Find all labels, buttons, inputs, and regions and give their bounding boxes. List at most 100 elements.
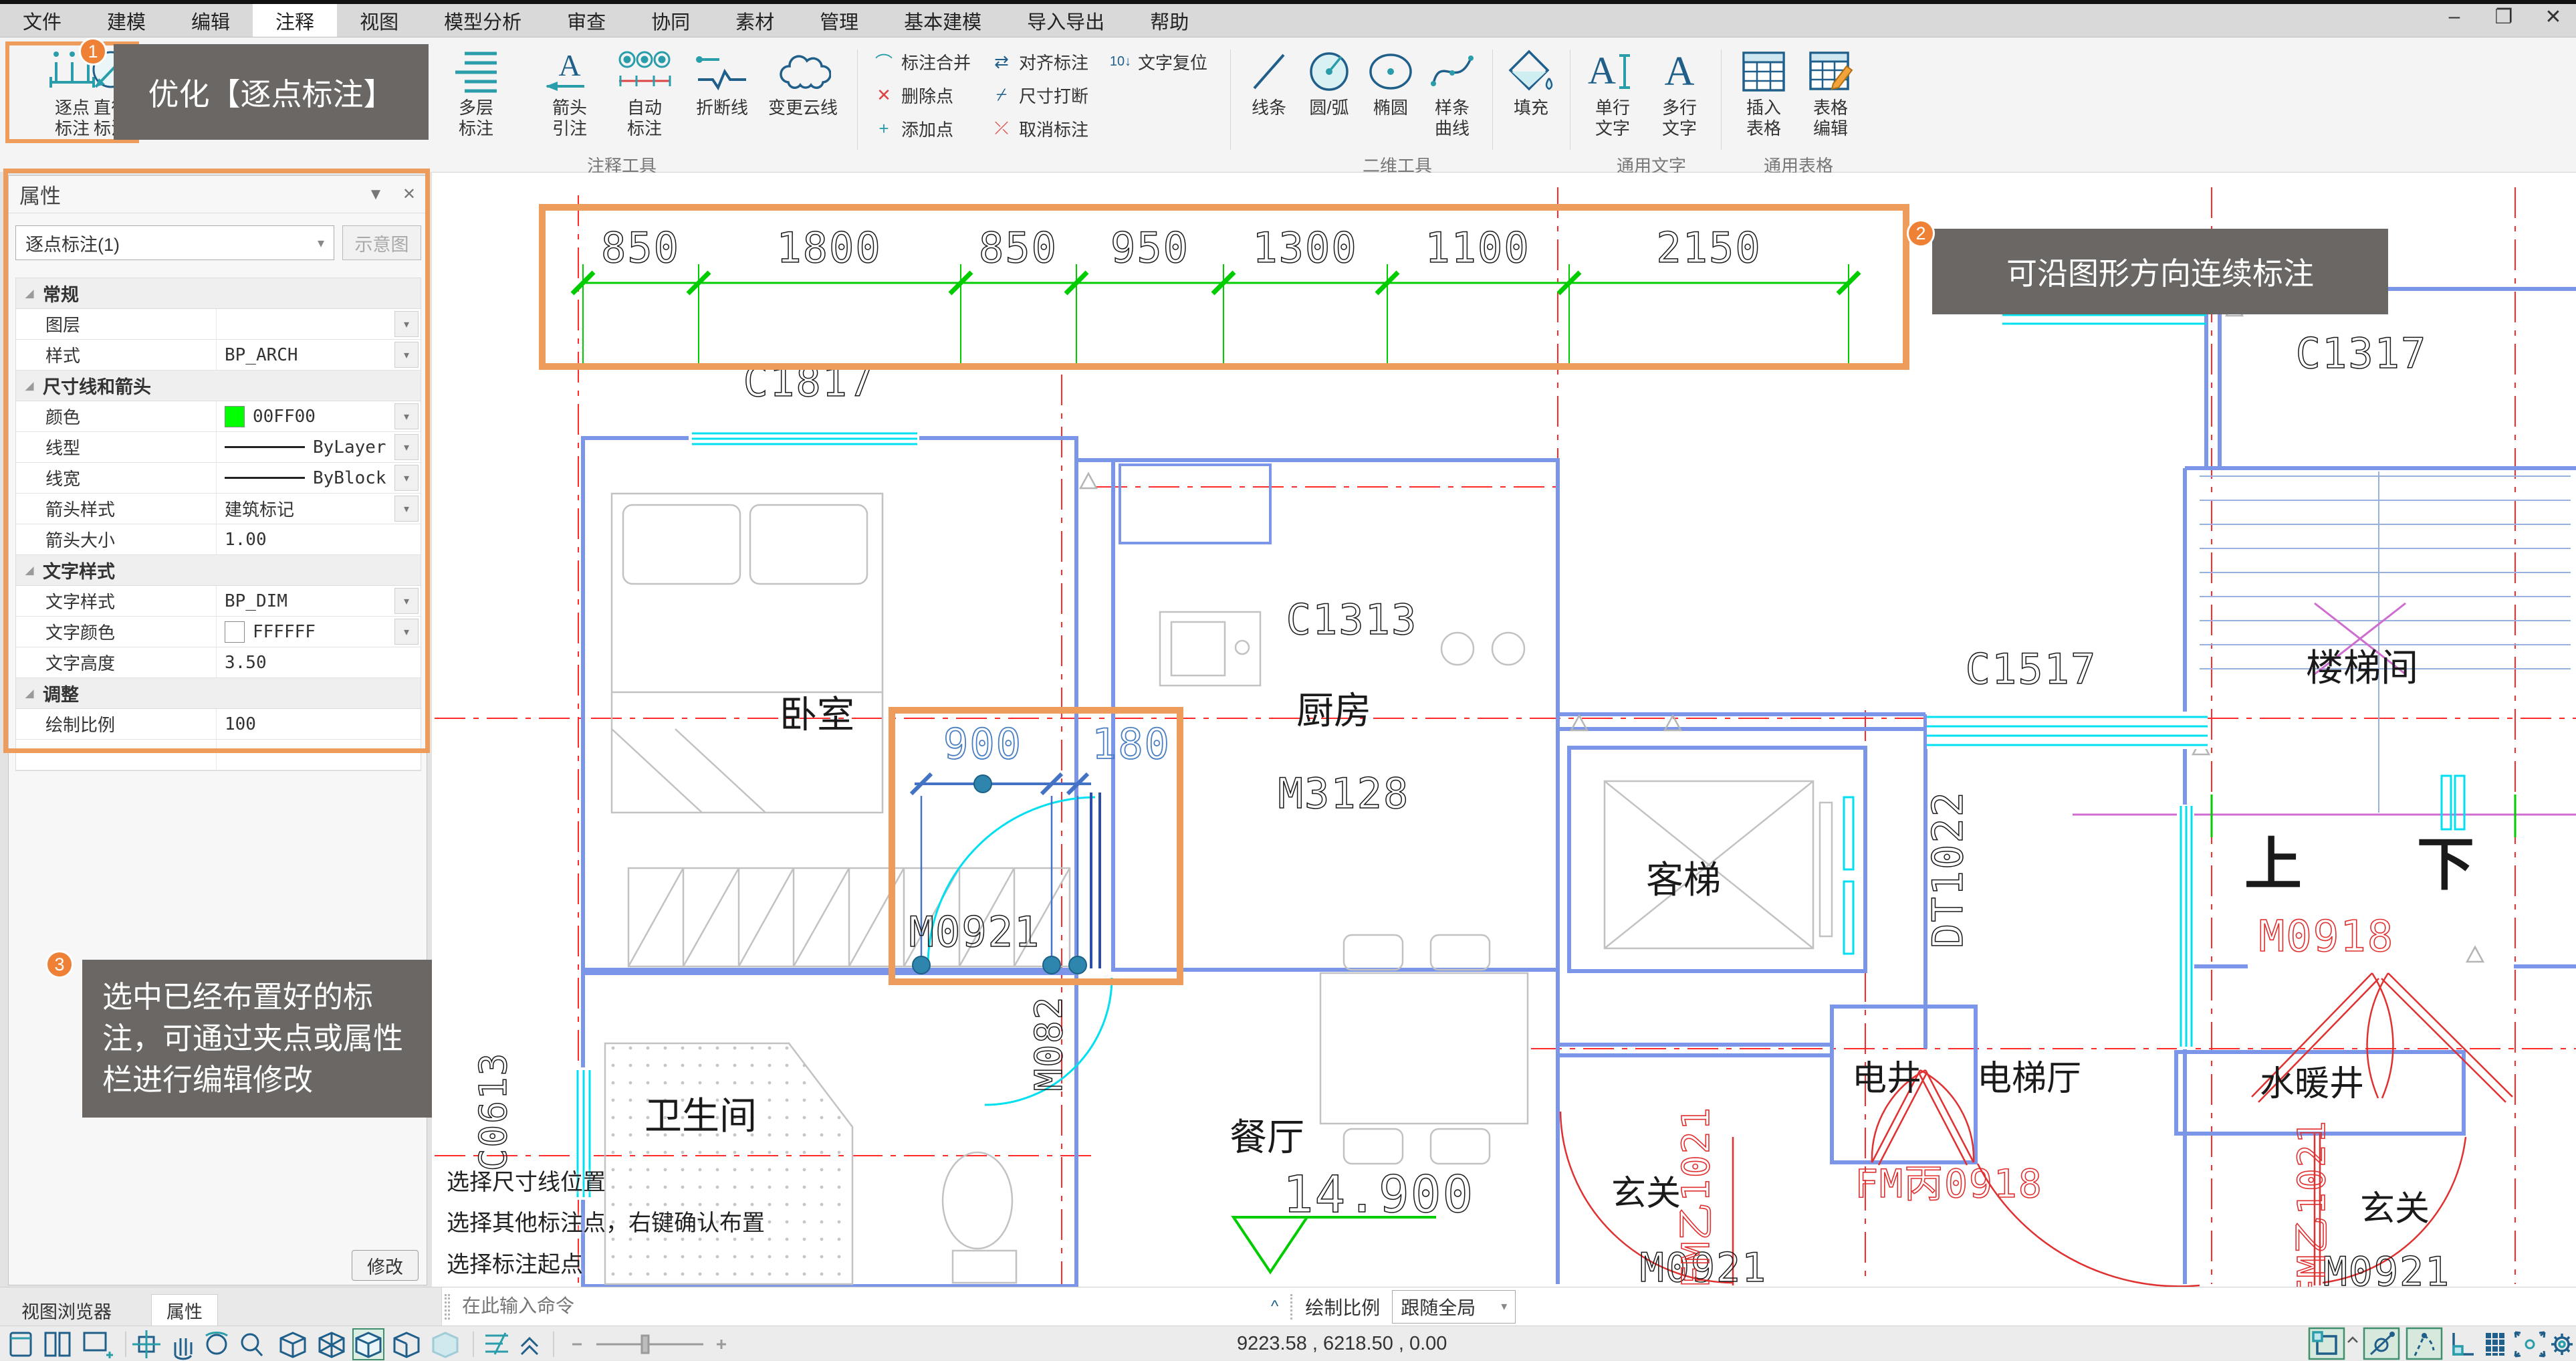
draw-scale-dropdown[interactable]: 跟随全局 ▾ — [1392, 1290, 1516, 1324]
close-panel-icon[interactable]: ✕ — [402, 185, 416, 204]
expand-up-icon[interactable] — [521, 1338, 538, 1354]
drawing-canvas[interactable]: 850 1800 850 950 1300 1100 2150 — [432, 173, 2576, 1287]
isolate-lines-icon[interactable] — [485, 1333, 508, 1354]
view-cube-shaded-icon[interactable] — [356, 1333, 380, 1357]
prop-row-style[interactable]: 样式BP_ARCH▾ — [16, 340, 421, 371]
dropdown-icon[interactable]: ▾ — [394, 619, 419, 645]
text-reset-button[interactable]: 10↓文字复位 — [1108, 48, 1207, 75]
arrow-leader-button[interactable]: A 箭头 引注 — [535, 45, 604, 147]
multilayer-dim-button[interactable]: 多层 标注 — [436, 45, 516, 147]
close-button[interactable]: ✕ — [2540, 5, 2567, 29]
add-window-icon[interactable] — [84, 1333, 113, 1358]
dimension-chain[interactable]: 850 1800 850 950 1300 1100 2150 — [572, 223, 1859, 367]
tile-windows-icon[interactable] — [45, 1333, 70, 1356]
cancel-dim-button[interactable]: ⤫取消标注 — [989, 115, 1088, 142]
menu-analysis[interactable]: 模型分析 — [421, 4, 544, 37]
selected-dim-180[interactable]: 180 — [1092, 720, 1171, 768]
dim-text[interactable]: 1800 — [776, 223, 881, 272]
collapse-icon[interactable]: ▼ — [368, 185, 384, 204]
menu-model[interactable]: 建模 — [84, 4, 168, 37]
view-cube-side-icon[interactable] — [394, 1333, 419, 1357]
delete-point-button[interactable]: ✕删除点 — [872, 82, 953, 108]
dim-merge-button[interactable]: ⌒标注合并 — [872, 48, 971, 75]
settings-gear-icon[interactable] — [2551, 1334, 2573, 1355]
multi-text-button[interactable]: A 多行 文字 — [1649, 45, 1710, 147]
tab-view-browser[interactable]: 视图浏览器 — [7, 1294, 126, 1326]
dim-text[interactable]: 2150 — [1656, 223, 1761, 272]
ellipse-tool-button[interactable]: 椭圆 — [1363, 45, 1419, 147]
single-text-button[interactable]: A 单行 文字 — [1582, 45, 1643, 147]
view-cube-x-icon[interactable] — [320, 1333, 344, 1357]
spline-tool-button[interactable]: 样条 曲线 — [1423, 45, 1482, 147]
pan-extent-icon[interactable] — [132, 1330, 160, 1358]
prop-row-textheight[interactable]: 文字高度3.50 — [16, 647, 421, 678]
dim-text[interactable]: 1300 — [1252, 223, 1357, 272]
dim-text[interactable]: 950 — [1110, 223, 1189, 272]
dropdown-icon[interactable]: ▾ — [394, 465, 419, 491]
prop-row-arrow-style[interactable]: 箭头样式建筑标记▾ — [16, 494, 421, 524]
dropdown-icon[interactable]: ▾ — [394, 311, 419, 337]
add-point-button[interactable]: +添加点 — [872, 115, 953, 142]
modify-button[interactable]: 修改 — [352, 1250, 419, 1281]
menu-material[interactable]: 素材 — [713, 4, 797, 37]
dropdown-icon[interactable]: ▾ — [394, 496, 419, 522]
menu-file[interactable]: 文件 — [0, 4, 84, 37]
section-dimline[interactable]: ◢尺寸线和箭头 — [16, 371, 421, 401]
maximize-button[interactable]: ❐ — [2490, 5, 2517, 29]
dropdown-icon[interactable]: ▾ — [394, 342, 419, 368]
section-general[interactable]: ◢常规 — [16, 278, 421, 309]
ucs-move-icon[interactable] — [2515, 1332, 2545, 1356]
prop-row-textcolor[interactable]: 文字颜色FFFFFF▾ — [16, 617, 421, 647]
dropdown-icon[interactable]: ▾ — [394, 588, 419, 614]
command-input[interactable] — [462, 1293, 1064, 1320]
dim-text[interactable]: 850 — [979, 223, 1058, 272]
tab-properties[interactable]: 属性 — [151, 1294, 218, 1326]
menu-review[interactable]: 审查 — [544, 4, 628, 37]
preview-button[interactable]: 示意图 — [342, 225, 421, 260]
view-cube-solid-icon[interactable] — [433, 1333, 457, 1357]
prop-row-arrow-size[interactable]: 箭头大小1.00 — [16, 524, 421, 555]
menu-import-export[interactable]: 导入导出 — [1004, 4, 1127, 37]
drag-handle[interactable] — [445, 1294, 450, 1320]
insert-table-button[interactable]: 插入 表格 — [1733, 45, 1794, 147]
menu-basic-model[interactable]: 基本建模 — [881, 4, 1004, 37]
prop-row-textstyle[interactable]: 文字样式BP_DIM▾ — [16, 586, 421, 617]
zoom-icon[interactable] — [242, 1334, 262, 1356]
dim-break-button[interactable]: ⌿尺寸打断 — [989, 82, 1088, 108]
selected-dim-900[interactable]: 900 — [943, 720, 1022, 768]
dim-text[interactable]: 850 — [601, 223, 680, 272]
menu-view[interactable]: 视图 — [337, 4, 421, 37]
dropdown-icon[interactable]: ▾ — [394, 403, 419, 429]
edit-table-button[interactable]: 表格 编辑 — [1800, 45, 1861, 147]
pan-hand-icon[interactable] — [175, 1338, 191, 1359]
prop-row-linetype[interactable]: 线型ByLayer▾ — [16, 432, 421, 463]
object-selector[interactable]: 逐点标注(1)▾ — [15, 225, 334, 260]
revision-cloud-button[interactable]: 变更云线 — [764, 45, 842, 147]
ortho-icon[interactable] — [2454, 1333, 2474, 1354]
grid-icon[interactable] — [2486, 1333, 2504, 1356]
dropdown-icon[interactable]: ▾ — [394, 434, 419, 460]
view-cube-wire-icon[interactable] — [281, 1333, 305, 1357]
prop-row-layer[interactable]: 图层▾ — [16, 309, 421, 340]
menu-manage[interactable]: 管理 — [797, 4, 881, 37]
zoom-slider[interactable] — [572, 1336, 726, 1353]
section-adjust[interactable]: ◢调整 — [16, 678, 421, 709]
menu-help[interactable]: 帮助 — [1127, 4, 1211, 37]
menu-collab[interactable]: 协同 — [628, 4, 713, 37]
prop-row-color[interactable]: 颜色00FF00▾ — [16, 401, 421, 432]
menu-edit[interactable]: 编辑 — [168, 4, 253, 37]
line-tool-button[interactable]: 线条 — [1242, 45, 1296, 147]
align-dim-button[interactable]: ⇄对齐标注 — [989, 48, 1088, 75]
circle-arc-button[interactable]: 圆/弧 — [1300, 45, 1359, 147]
dim-text[interactable]: 1100 — [1425, 223, 1530, 272]
orbit-icon[interactable] — [206, 1333, 227, 1354]
break-line-button[interactable]: 折断线 — [685, 45, 759, 147]
snap-chevron-icon[interactable] — [2348, 1338, 2357, 1342]
new-view-icon[interactable] — [11, 1333, 31, 1356]
hatch-fill-button[interactable]: 填充 — [1503, 45, 1559, 147]
section-textstyle[interactable]: ◢文字样式 — [16, 555, 421, 586]
collapse-chevron-icon[interactable]: ^ — [1271, 1297, 1278, 1316]
menu-annotate[interactable]: 注释 — [253, 4, 337, 37]
minimize-button[interactable]: – — [2441, 5, 2468, 29]
auto-dim-button[interactable]: 自动 标注 — [610, 45, 679, 147]
